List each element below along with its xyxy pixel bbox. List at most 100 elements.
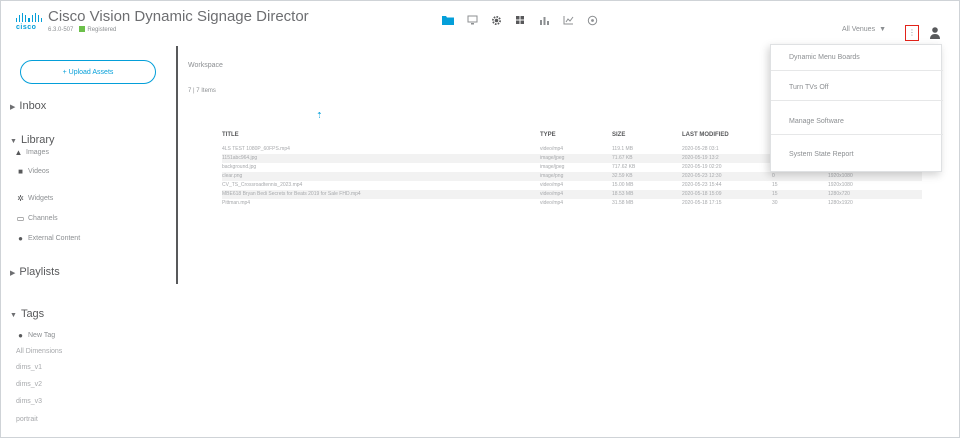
cell-duration: 15 bbox=[772, 182, 778, 188]
tag-item[interactable]: dims_v3 bbox=[16, 398, 42, 405]
help-icon[interactable] bbox=[586, 14, 598, 26]
sidebar-item-label: External Content bbox=[28, 235, 81, 242]
column-header-type[interactable]: TYPE bbox=[540, 132, 556, 138]
chevron-down-icon: ▼ bbox=[10, 312, 17, 319]
cell-title: 1151abc964.jpg bbox=[222, 155, 258, 161]
sidebar-item-label: Videos bbox=[28, 168, 50, 175]
items-count: 7 | 7 Items bbox=[188, 88, 216, 94]
cell-modified: 2020-05-18 17:15 bbox=[682, 200, 722, 206]
sidebar-section-playlists[interactable]: ▶ Playlists bbox=[10, 266, 60, 278]
cell-title: background.jpg bbox=[222, 164, 257, 170]
cell-dimensions: 1280x1920 bbox=[828, 200, 853, 206]
registered-badge-icon bbox=[79, 26, 86, 32]
cell-modified: 2020-05-18 15:09 bbox=[682, 191, 722, 197]
images-icon: ▲ bbox=[14, 148, 23, 157]
videos-icon: ■ bbox=[18, 167, 23, 176]
column-header-title[interactable]: TITLE bbox=[222, 132, 239, 138]
more-options-button[interactable]: ⋮ bbox=[905, 25, 919, 41]
upload-assets-button[interactable]: + Upload Assets bbox=[20, 60, 156, 84]
cell-modified: 2020-05-28 03:1 bbox=[682, 146, 719, 152]
sidebar-scrollbar[interactable] bbox=[176, 46, 178, 284]
logo-text: cisco bbox=[16, 24, 37, 31]
tag-item[interactable]: portrait bbox=[16, 416, 38, 423]
cell-dimensions: 1920x1080 bbox=[828, 173, 853, 179]
tag-item[interactable]: dims_v1 bbox=[16, 364, 42, 371]
venue-select[interactable]: All Venues ▼ bbox=[842, 26, 886, 33]
cell-size: 717.62 KB bbox=[612, 164, 636, 170]
menu-item-dynamic-menu-boards[interactable]: Dynamic Menu Boards bbox=[771, 45, 943, 71]
cell-type: image/png bbox=[540, 173, 564, 179]
user-icon[interactable] bbox=[929, 26, 941, 40]
tag-item[interactable]: dims_v2 bbox=[16, 381, 42, 388]
column-header-last-modified[interactable]: LAST MODIFIED bbox=[682, 132, 729, 138]
tag-item[interactable]: All Dimensions bbox=[16, 348, 62, 355]
venue-select-label: All Venues bbox=[842, 26, 876, 33]
table-row[interactable]: Pittman.mp4 video/mp4 31.58 MB 2020-05-1… bbox=[222, 199, 922, 208]
sidebar-item-label: Images bbox=[26, 149, 49, 156]
column-header-size[interactable]: SIZE bbox=[612, 132, 625, 138]
sidebar-section-label: Playlists bbox=[19, 266, 60, 278]
table-row[interactable]: CV_TS_Crossroadtennis_2023.mp4 video/mp4… bbox=[222, 181, 922, 190]
chevron-down-icon: ▼ bbox=[10, 138, 17, 145]
menu-item-system-state-report[interactable]: System State Report bbox=[771, 141, 943, 167]
cell-modified: 2020-05-19 13:2 bbox=[682, 155, 719, 161]
sidebar-section-label: Inbox bbox=[19, 100, 47, 112]
app-header: cisco Cisco Vision Dynamic Signage Direc… bbox=[0, 0, 960, 44]
cell-size: 119.1 MB bbox=[612, 146, 634, 152]
cell-title: MBE618 Bryan Bedi Secrets for Beats 2019… bbox=[222, 191, 361, 197]
sidebar-item-label: Widgets bbox=[28, 195, 54, 202]
new-tag-label: New Tag bbox=[28, 332, 56, 339]
cell-size: 32.59 KB bbox=[612, 173, 633, 179]
sidebar-item-widgets[interactable]: ✲ Widgets bbox=[16, 194, 53, 203]
sidebar-section-label: Library bbox=[20, 134, 55, 146]
main-toolbar bbox=[442, 14, 598, 26]
cell-duration: 15 bbox=[772, 191, 778, 197]
version-number: 6.3.0-507 bbox=[48, 27, 74, 33]
table-row[interactable]: clear.png image/png 32.59 KB 2020-05-23 … bbox=[222, 172, 922, 181]
cell-type: video/mp4 bbox=[540, 200, 564, 206]
grid-icon[interactable] bbox=[514, 14, 526, 26]
widgets-icon: ✲ bbox=[17, 194, 24, 203]
menu-item-manage-software[interactable]: Manage Software bbox=[771, 109, 943, 135]
chart-icon[interactable] bbox=[538, 14, 550, 26]
sidebar-item-videos[interactable]: ■ Videos bbox=[16, 167, 49, 176]
graph-icon[interactable] bbox=[562, 14, 574, 26]
more-options-menu: Dynamic Menu Boards Turn TVs Off Manage … bbox=[770, 44, 943, 172]
sidebar-item-channels[interactable]: ▭ Channels bbox=[16, 214, 58, 223]
menu-item-turn-tvs-off[interactable]: Turn TVs Off bbox=[771, 75, 943, 101]
cell-title: 4LS TEST 1080P_60FPS.mp4 bbox=[222, 146, 290, 152]
cell-type: video/mp4 bbox=[540, 146, 564, 152]
monitor-icon[interactable] bbox=[466, 14, 478, 26]
sidebar-item-external-content[interactable]: ● External Content bbox=[16, 234, 80, 243]
cell-modified: 2020-05-23 15:44 bbox=[682, 182, 722, 188]
sidebar-item-images[interactable]: ▲ Images bbox=[14, 148, 49, 157]
cell-dimensions: 1920x1080 bbox=[828, 182, 853, 188]
channels-icon: ▭ bbox=[16, 214, 25, 223]
cell-type: video/mp4 bbox=[540, 191, 564, 197]
cisco-logo: cisco bbox=[16, 13, 42, 35]
table-row[interactable]: MBE618 Bryan Bedi Secrets for Beats 2019… bbox=[222, 190, 922, 199]
cell-duration: 0 bbox=[772, 173, 775, 179]
cell-size: 18.53 MB bbox=[612, 191, 634, 197]
cell-type: image/jpeg bbox=[540, 155, 565, 161]
kebab-icon: ⋮ bbox=[908, 28, 916, 37]
folder-icon[interactable] bbox=[442, 14, 454, 26]
app-version: 6.3.0-507 Registered bbox=[48, 26, 116, 33]
upload-arrow-icon[interactable]: ⇡ bbox=[316, 111, 323, 120]
cell-dimensions: 1280x720 bbox=[828, 191, 850, 197]
sidebar-section-tags[interactable]: ▼ Tags bbox=[10, 308, 44, 320]
sidebar-section-inbox[interactable]: ▶ Inbox bbox=[10, 100, 46, 112]
app-title: Cisco Vision Dynamic Signage Director bbox=[48, 8, 309, 25]
workspace-title: Workspace bbox=[188, 62, 223, 69]
cell-size: 15.00 MB bbox=[612, 182, 634, 188]
chevron-down-icon: ▼ bbox=[879, 26, 887, 33]
sidebar-section-label: Tags bbox=[20, 308, 45, 320]
external-content-icon: ● bbox=[18, 234, 23, 243]
chevron-right-icon: ▶ bbox=[10, 104, 16, 111]
sidebar-item-label: Channels bbox=[28, 215, 58, 222]
registration-status: Registered bbox=[87, 27, 117, 33]
sidebar-section-library[interactable]: ▼ Library bbox=[10, 134, 55, 146]
new-tag-button[interactable]: ● New Tag bbox=[16, 331, 55, 340]
gear-icon[interactable] bbox=[490, 14, 502, 26]
cell-size: 31.58 MB bbox=[612, 200, 634, 206]
